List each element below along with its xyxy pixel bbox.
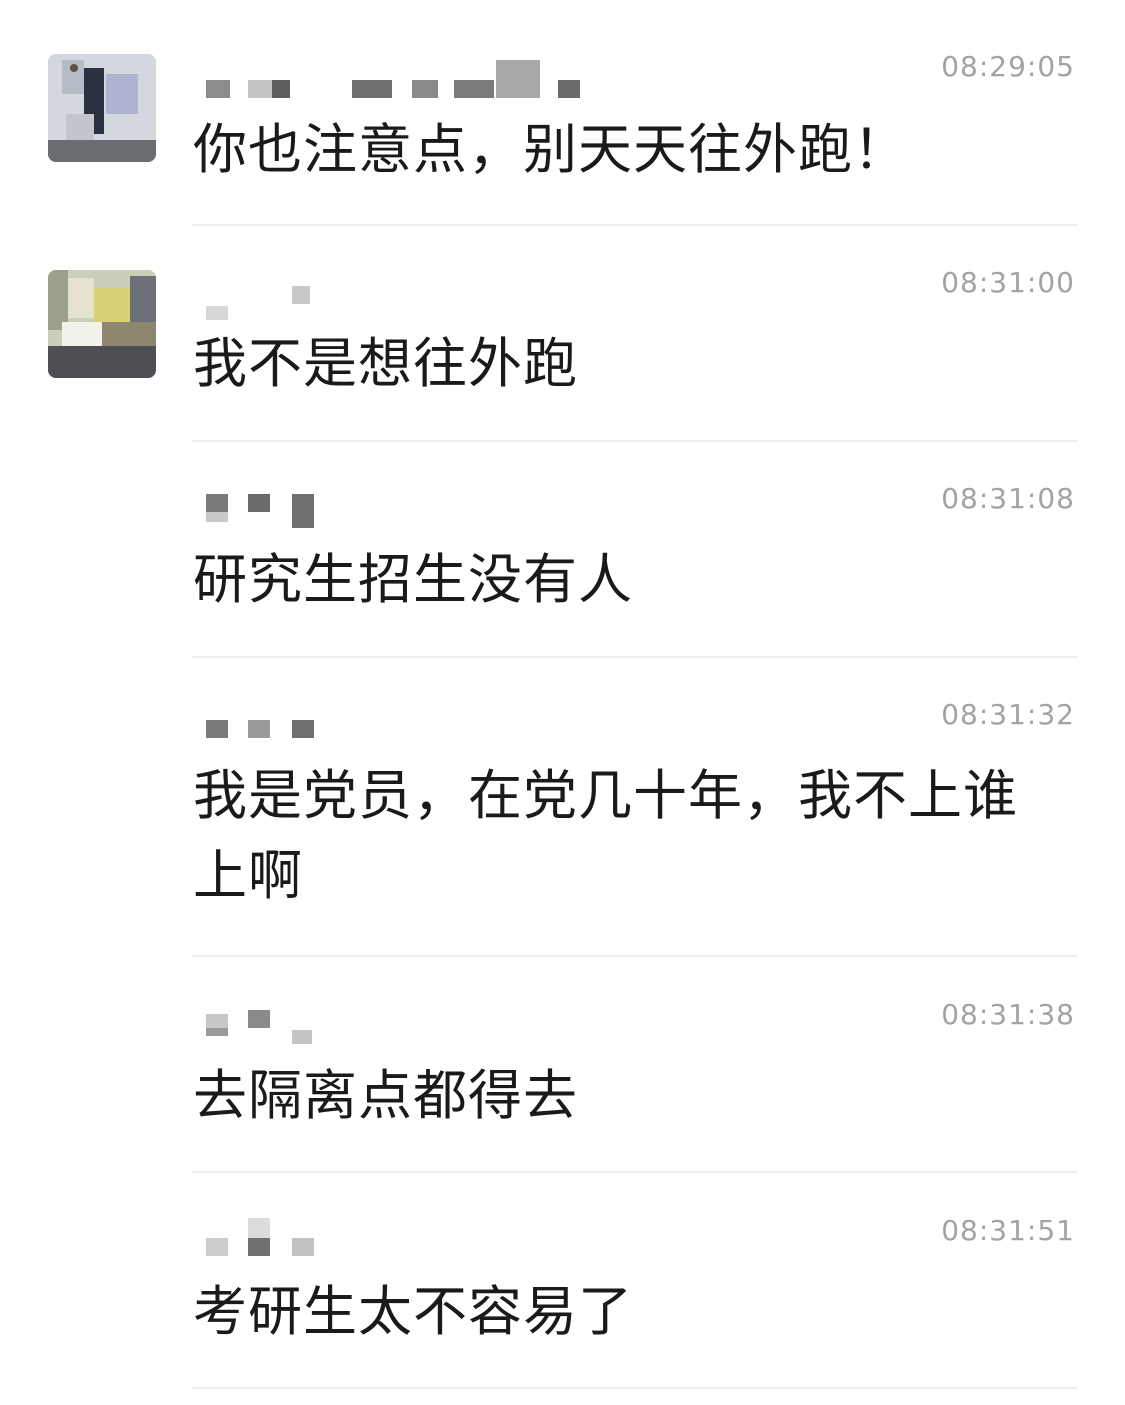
blurred-sender-name	[206, 1004, 586, 1044]
message-timestamp: 08:31:00	[941, 266, 1075, 299]
divider	[192, 224, 1077, 226]
message-text: 我是党员，在党几十年，我不上谁上啊	[193, 764, 1018, 907]
avatar[interactable]	[48, 270, 156, 378]
blurred-sender-name	[206, 60, 586, 98]
message-timestamp: 08:31:08	[941, 482, 1075, 515]
divider	[192, 440, 1077, 442]
divider	[192, 1171, 1077, 1173]
blurred-sender-name	[206, 490, 586, 528]
divider	[192, 656, 1077, 658]
message-text: 考研生太不容易了	[193, 1280, 633, 1343]
message-text: 去隔离点都得去	[193, 1064, 578, 1127]
message-text: 我不是想往外跑	[193, 332, 578, 395]
message-timestamp: 08:29:05	[941, 50, 1075, 83]
message-text: 你也注意点，别天天往外跑！	[193, 118, 908, 181]
blurred-sender-name	[206, 1218, 586, 1256]
blurred-sender-name	[206, 716, 586, 746]
message-timestamp: 08:31:51	[941, 1214, 1075, 1247]
avatar[interactable]	[48, 54, 156, 162]
date-separator-cut	[470, 0, 660, 4]
message-timestamp: 08:31:32	[941, 698, 1075, 731]
blurred-sender-name	[206, 280, 586, 320]
message-timestamp: 08:31:38	[941, 998, 1075, 1031]
divider	[192, 955, 1077, 957]
divider	[192, 1387, 1077, 1389]
message-text: 研究生招生没有人	[193, 548, 633, 611]
